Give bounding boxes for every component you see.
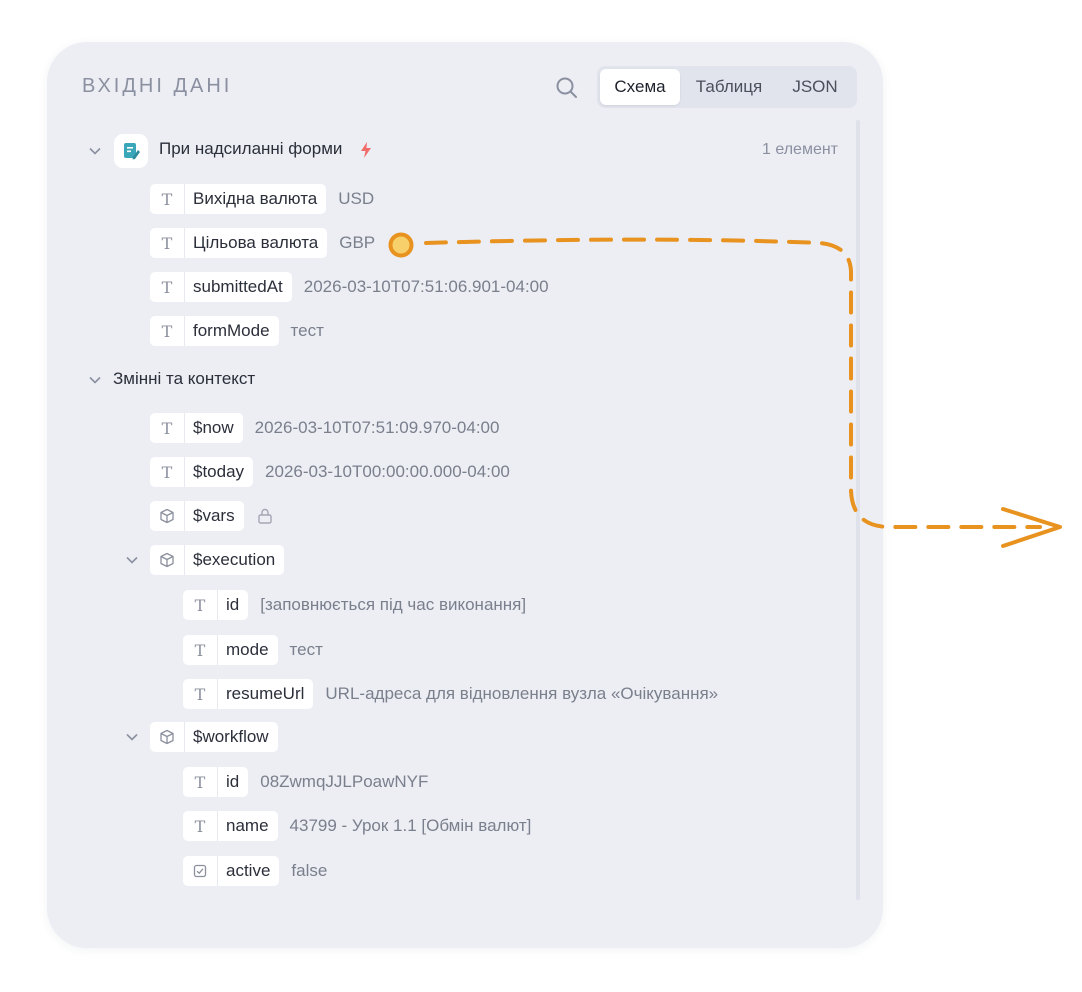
field-chip[interactable]: T resumeUrl — [183, 679, 314, 709]
field-name: id — [226, 595, 240, 614]
text-type-icon: T — [183, 590, 218, 620]
field-row: $vars — [150, 501, 273, 531]
field-value: тест — [289, 640, 323, 659]
lock-icon — [257, 508, 272, 524]
field-chip[interactable]: active — [183, 856, 280, 886]
panel-title: ВХІДНІ ДАНІ — [82, 75, 233, 97]
field-row: T $now 2026-03-10T07:51:09.970-04:00 — [150, 413, 499, 443]
field-row: T submittedAt 2026-03-10T07:51:06.901-04… — [150, 272, 549, 302]
field-row: T formMode тест — [150, 316, 324, 346]
field-chip[interactable]: T name — [183, 811, 278, 841]
object-chip[interactable]: $workflow — [150, 722, 278, 752]
field-chip[interactable]: T Вихідна валюта — [150, 184, 327, 214]
field-chip[interactable]: T mode — [183, 635, 278, 665]
field-name: submittedAt — [193, 277, 283, 296]
text-type-icon: T — [183, 811, 218, 841]
boolean-type-icon — [183, 856, 218, 886]
field-name: formMode — [193, 321, 270, 340]
field-row: T Цільова валюта GBP — [150, 228, 375, 258]
field-value: GBP — [339, 233, 376, 252]
field-name: $today — [193, 462, 245, 481]
field-row: active false — [183, 856, 327, 886]
search-icon[interactable] — [555, 76, 579, 100]
field-name: Вихідна валюта — [193, 189, 318, 208]
field-value: 08ZwmqJJLPoawNYF — [260, 772, 429, 791]
text-type-icon: T — [150, 413, 185, 443]
object-type-icon — [150, 501, 185, 531]
field-value: 2026-03-10T00:00:00.000-04:00 — [265, 462, 510, 481]
object-type-icon — [150, 545, 185, 575]
text-type-icon: T — [150, 316, 185, 346]
text-type-icon: T — [150, 272, 185, 302]
field-row: $execution — [150, 545, 285, 575]
field-value: 2026-03-10T07:51:09.970-04:00 — [254, 418, 500, 437]
form-trigger-icon — [114, 134, 148, 168]
text-type-icon: T — [183, 767, 218, 797]
field-row: T id 08ZwmqJJLPoawNYF — [183, 767, 428, 797]
text-type-icon: T — [150, 184, 185, 214]
field-name: $now — [193, 418, 234, 437]
field-value: URL-адреса для відновлення вузла «Очікув… — [325, 684, 719, 703]
tab-json[interactable]: JSON — [778, 69, 852, 105]
field-row: T mode тест — [183, 635, 323, 665]
text-type-icon: T — [150, 228, 185, 258]
field-row: T resumeUrl URL-адреса для відновлення в… — [183, 679, 718, 709]
field-name: $execution — [193, 550, 276, 569]
chevron-down-icon[interactable] — [88, 373, 102, 387]
field-row: $workflow — [150, 722, 278, 752]
tab-table[interactable]: Таблиця — [680, 69, 778, 105]
field-row: T $today 2026-03-10T00:00:00.000-04:00 — [150, 457, 510, 487]
field-name: Цільова валюта — [193, 233, 319, 252]
field-chip[interactable]: T $today — [150, 457, 254, 487]
view-tabs: Схема Таблиця JSON — [597, 66, 857, 108]
field-value: USD — [338, 189, 375, 208]
lightning-icon — [361, 142, 371, 158]
text-type-icon: T — [183, 679, 218, 709]
text-type-icon: T — [150, 457, 185, 487]
field-chip[interactable]: T id — [183, 767, 249, 797]
field-name: $workflow — [193, 727, 269, 746]
object-type-icon — [150, 722, 185, 752]
field-chip[interactable]: T submittedAt — [150, 272, 292, 302]
field-row: T id [заповнюється під час виконання] — [183, 590, 526, 620]
field-chip[interactable]: T id — [183, 590, 249, 620]
field-value: 43799 - Урок 1.1 [Обмін валют] — [289, 816, 532, 835]
field-chip[interactable]: $vars — [150, 501, 244, 531]
field-row: T name 43799 - Урок 1.1 [Обмін валют] — [183, 811, 531, 841]
object-chip[interactable]: $execution — [150, 545, 285, 575]
context-section-label: Змінні та контекст — [113, 369, 256, 388]
field-name: id — [226, 772, 240, 791]
item-count: 1 елемент — [762, 141, 839, 158]
field-value: false — [291, 861, 328, 880]
field-name: resumeUrl — [226, 684, 305, 703]
tab-schema[interactable]: Схема — [600, 69, 680, 105]
text-type-icon: T — [183, 635, 218, 665]
field-chip[interactable]: T Цільова валюта — [150, 228, 328, 258]
field-value: [заповнюється під час виконання] — [260, 595, 527, 614]
field-chip[interactable]: T $now — [150, 413, 243, 443]
field-chip[interactable]: T formMode — [150, 316, 279, 346]
field-name: mode — [226, 640, 269, 659]
field-row: T Вихідна валюта USD — [150, 184, 374, 214]
field-name: $vars — [193, 506, 235, 525]
chevron-down-icon[interactable] — [125, 553, 139, 567]
field-name: name — [226, 816, 269, 835]
scrollbar[interactable] — [856, 120, 860, 900]
field-name: active — [226, 861, 271, 880]
field-value: 2026-03-10T07:51:06.901-04:00 — [303, 277, 549, 296]
chevron-down-icon[interactable] — [125, 730, 139, 744]
trigger-node-label: При надсиланні форми — [159, 139, 343, 158]
chevron-down-icon[interactable] — [88, 144, 102, 158]
arrowhead-icon — [1001, 507, 1062, 548]
field-value: тест — [290, 321, 324, 340]
